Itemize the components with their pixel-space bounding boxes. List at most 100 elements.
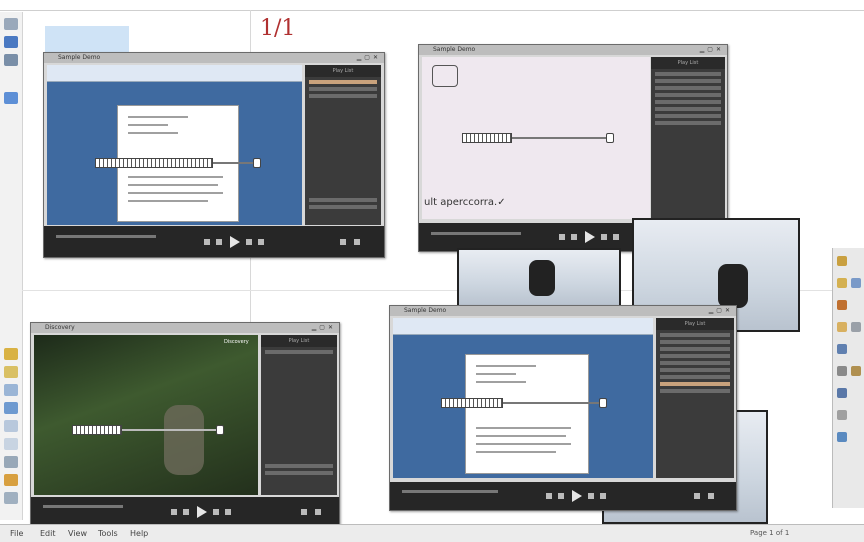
playlist-header: Play List xyxy=(261,335,337,347)
annotation-text: ult aperccorra.✓ xyxy=(424,197,506,208)
pen-tool-icon[interactable] xyxy=(4,36,18,48)
next-icon[interactable] xyxy=(213,509,219,515)
fill-icon[interactable] xyxy=(837,432,847,442)
player-window-4[interactable]: Sample Demo ▁▢✕ Play List xyxy=(389,305,737,511)
zoom-icon[interactable] xyxy=(851,278,861,288)
playlist-panel: Play List xyxy=(656,318,734,478)
channel-logo: Discovery xyxy=(224,339,249,345)
window-buttons[interactable]: ▁▢✕ xyxy=(357,54,381,61)
select-tool-icon[interactable] xyxy=(4,18,18,30)
camera-icon[interactable] xyxy=(851,366,861,376)
fullscreen-icon[interactable] xyxy=(315,509,321,515)
audio-track[interactable] xyxy=(95,158,213,168)
stop-icon[interactable] xyxy=(204,239,210,245)
video-area[interactable]: Discovery xyxy=(34,335,258,495)
track-knob[interactable] xyxy=(216,425,224,435)
player-title: Sample Demo xyxy=(390,306,736,316)
progress-bar[interactable] xyxy=(43,505,123,508)
copy-icon[interactable] xyxy=(4,438,18,450)
top-border xyxy=(0,0,864,11)
play-icon[interactable] xyxy=(585,231,595,243)
text-icon[interactable] xyxy=(837,388,847,398)
player-title: Sample Demo xyxy=(44,53,384,63)
shape-tool-icon[interactable] xyxy=(4,54,18,66)
eject-icon[interactable] xyxy=(225,509,231,515)
audio-track[interactable] xyxy=(72,425,122,435)
playlist-header: Play List xyxy=(651,57,725,69)
scribble-icon xyxy=(432,65,458,87)
menu-view[interactable]: View xyxy=(68,529,87,538)
track-knob[interactable] xyxy=(606,133,614,143)
player-window-1[interactable]: Sample Demo ▁▢✕ Play List xyxy=(43,52,385,258)
progress-bar[interactable] xyxy=(56,235,156,238)
stop-icon[interactable] xyxy=(546,493,552,499)
menu-tools[interactable]: Tools xyxy=(98,529,118,538)
eject-icon[interactable] xyxy=(613,234,619,240)
video-area[interactable] xyxy=(393,318,653,478)
stop-icon[interactable] xyxy=(171,509,177,515)
palette-icon[interactable] xyxy=(837,256,847,266)
settings-icon[interactable] xyxy=(4,456,18,468)
window-buttons[interactable]: ▁▢✕ xyxy=(312,324,336,331)
playlist-panel: Play List xyxy=(261,335,337,495)
prev-icon[interactable] xyxy=(216,239,222,245)
stop-icon[interactable] xyxy=(559,234,565,240)
volume-icon[interactable] xyxy=(301,509,307,515)
progress-bar[interactable] xyxy=(402,490,498,493)
save-icon[interactable] xyxy=(4,384,18,396)
track-knob[interactable] xyxy=(253,158,261,168)
next-icon[interactable] xyxy=(601,234,607,240)
next-icon[interactable] xyxy=(588,493,594,499)
open-icon[interactable] xyxy=(4,366,18,378)
menu-file[interactable]: File xyxy=(10,529,23,538)
bottom-menubar: File Edit View Tools Help Page 1 of 1 xyxy=(0,524,864,542)
right-toolbar xyxy=(832,248,864,508)
shape-icon[interactable] xyxy=(837,410,847,420)
control-bar xyxy=(31,497,339,527)
eject-icon[interactable] xyxy=(600,493,606,499)
status-text: Page 1 of 1 xyxy=(750,529,790,537)
volume-icon[interactable] xyxy=(694,493,700,499)
audio-track[interactable] xyxy=(462,133,512,143)
export-icon[interactable] xyxy=(4,474,18,486)
next-icon[interactable] xyxy=(246,239,252,245)
play-icon[interactable] xyxy=(230,236,240,248)
left-toolbar xyxy=(0,12,23,520)
playlist-panel: Play List xyxy=(305,65,381,225)
progress-bar[interactable] xyxy=(431,232,521,235)
audio-track[interactable] xyxy=(441,398,503,408)
menu-help[interactable]: Help xyxy=(130,529,148,538)
menu-edit[interactable]: Edit xyxy=(40,529,56,538)
fullscreen-icon[interactable] xyxy=(708,493,714,499)
control-bar xyxy=(44,226,384,257)
play-icon[interactable] xyxy=(197,506,207,518)
pencil-icon[interactable] xyxy=(837,300,847,310)
highlighter-icon[interactable] xyxy=(837,278,847,288)
color-tool-icon[interactable] xyxy=(4,92,18,104)
grid-icon[interactable] xyxy=(4,492,18,504)
line-icon[interactable] xyxy=(837,344,847,354)
window-buttons[interactable]: ▁▢✕ xyxy=(700,46,724,53)
play-icon[interactable] xyxy=(572,490,582,502)
volume-icon[interactable] xyxy=(340,239,346,245)
hand-icon[interactable] xyxy=(851,322,861,332)
video-area[interactable] xyxy=(47,65,302,225)
player-window-3[interactable]: Discovery ▁▢✕ Discovery Play List xyxy=(30,322,340,528)
print-icon[interactable] xyxy=(4,402,18,414)
prev-icon[interactable] xyxy=(571,234,577,240)
playlist-panel: Play List xyxy=(651,57,725,219)
page-icon[interactable] xyxy=(4,420,18,432)
eraser-icon[interactable] xyxy=(837,366,847,376)
fullscreen-icon[interactable] xyxy=(354,239,360,245)
track-knob[interactable] xyxy=(599,398,607,408)
thumbnail-snow-1[interactable] xyxy=(457,248,621,308)
prev-icon[interactable] xyxy=(558,493,564,499)
brush-icon[interactable] xyxy=(837,322,847,332)
player-title: Sample Demo xyxy=(419,45,727,55)
player-title: Discovery xyxy=(31,323,339,333)
prev-icon[interactable] xyxy=(183,509,189,515)
folder-icon[interactable] xyxy=(4,348,18,360)
window-buttons[interactable]: ▁▢✕ xyxy=(709,307,733,314)
video-area[interactable]: ult aperccorra.✓ xyxy=(422,57,650,219)
eject-icon[interactable] xyxy=(258,239,264,245)
